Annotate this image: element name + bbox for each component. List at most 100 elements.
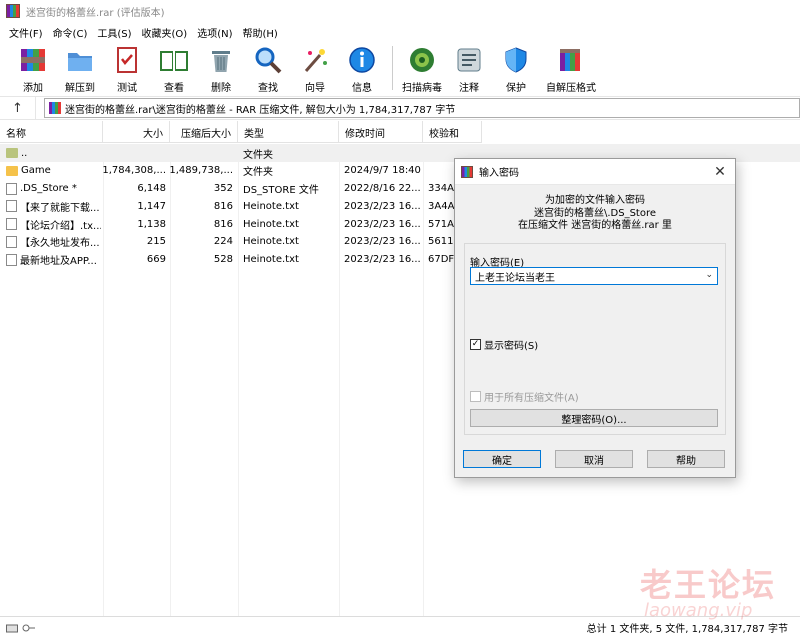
up-arrow-icon[interactable]: ↑ bbox=[0, 97, 36, 119]
menu-commands[interactable]: 命令(C) bbox=[48, 25, 93, 40]
view-book-icon bbox=[158, 44, 190, 76]
key-icon[interactable] bbox=[22, 623, 36, 633]
sfx-button[interactable]: 自解压格式 bbox=[540, 42, 602, 94]
folder-icon bbox=[6, 165, 18, 176]
wizard-icon bbox=[299, 44, 331, 76]
view-button[interactable]: 查看 bbox=[151, 42, 197, 94]
path-field[interactable]: 迷宫街的格蕾丝.rar\迷宫街的格蕾丝 - RAR 压缩文件, 解包大小为 1,… bbox=[44, 98, 800, 118]
winrar-app-icon bbox=[6, 4, 20, 18]
file-cell-modified: 2023/2/23 16... bbox=[344, 197, 422, 215]
wizard-label: 向导 bbox=[305, 83, 325, 94]
file-cell-modified: 2024/9/7 18:40 bbox=[344, 162, 422, 180]
comment-button[interactable]: 注释 bbox=[446, 42, 492, 94]
file-cell-type: Heinote.txt bbox=[243, 215, 338, 233]
add-button[interactable]: 添加 bbox=[10, 42, 56, 94]
ok-button[interactable]: 确定 bbox=[463, 450, 541, 468]
show-password-checkbox[interactable]: ✓ 显示密码(S) bbox=[470, 337, 538, 352]
file-cell-type: Heinote.txt bbox=[243, 251, 338, 269]
use-for-all-checkbox[interactable]: 用于所有压缩文件(A) bbox=[470, 389, 579, 404]
chevron-down-icon[interactable]: ⌄ bbox=[705, 270, 713, 280]
file-name-text: 【永久地址发布... bbox=[20, 238, 100, 250]
file-cell-modified: 2023/2/23 16... bbox=[344, 251, 422, 269]
password-input[interactable]: 上老王论坛当老王 ⌄ bbox=[470, 267, 718, 285]
file-cell-type: Heinote.txt bbox=[243, 197, 338, 215]
password-value: 上老王论坛当老王 bbox=[475, 272, 555, 284]
test-button[interactable]: 测试 bbox=[104, 42, 150, 94]
password-dialog: 输入密码 ✕ 为加密的文件输入密码 迷宫街的格蕾丝\.DS_Store 在压缩文… bbox=[454, 158, 736, 478]
file-modified-text: 2023/2/23 16... bbox=[344, 200, 421, 212]
shield-icon bbox=[500, 44, 532, 76]
extract-to-button[interactable]: 解压到 bbox=[57, 42, 103, 94]
cancel-button[interactable]: 取消 bbox=[555, 450, 633, 468]
file-icon bbox=[6, 200, 17, 213]
menu-file[interactable]: 文件(F) bbox=[4, 25, 48, 40]
winrar-app-icon bbox=[461, 165, 473, 178]
file-type-text: 文件夹 bbox=[243, 149, 273, 161]
file-cell-modified bbox=[344, 144, 422, 162]
watermark-url: laowang.vip bbox=[644, 600, 753, 621]
menu-options[interactable]: 选项(N) bbox=[192, 25, 237, 40]
file-cell-size: 6,148 bbox=[103, 180, 166, 198]
menu-tools[interactable]: 工具(S) bbox=[92, 25, 136, 40]
file-cell-name: .. bbox=[6, 144, 101, 162]
test-label: 测试 bbox=[117, 83, 137, 94]
wizard-button[interactable]: 向导 bbox=[292, 42, 338, 94]
file-modified-text: 2023/2/23 16... bbox=[344, 218, 421, 230]
column-header-crc[interactable]: 校验和 bbox=[423, 121, 482, 143]
file-cell-name: 【永久地址发布... bbox=[6, 233, 101, 251]
menu-favorites[interactable]: 收藏夹(O) bbox=[137, 25, 193, 40]
file-cell-packed: 352 bbox=[170, 180, 233, 198]
file-modified-text: 2023/2/23 16... bbox=[344, 254, 421, 266]
dialog-title: 输入密码 bbox=[479, 168, 519, 179]
file-cell-modified: 2023/2/23 16... bbox=[344, 233, 422, 251]
sfx-icon bbox=[555, 44, 587, 76]
virus-scan-button[interactable]: 扫描病毒 bbox=[399, 42, 445, 94]
file-type-text: Heinote.txt bbox=[243, 236, 299, 248]
checkbox-unchecked-icon[interactable] bbox=[470, 391, 481, 402]
close-icon[interactable]: ✕ bbox=[705, 159, 735, 185]
toolbar: 添加 解压到 测试 查看 删除 查找 向导 信息 扫描病毒 注释 保护 自解压格… bbox=[0, 42, 800, 96]
file-crc-text: 334A bbox=[428, 183, 454, 195]
find-button[interactable]: 查找 bbox=[245, 42, 291, 94]
delete-button[interactable]: 删除 bbox=[198, 42, 244, 94]
file-cell-name: 【论坛介绍】.tx... bbox=[6, 215, 101, 233]
file-size-text: 669 bbox=[146, 254, 166, 266]
dialog-message: 为加密的文件输入密码 迷宫街的格蕾丝\.DS_Store 在压缩文件 迷宫街的格… bbox=[455, 195, 735, 233]
add-archive-icon bbox=[17, 44, 49, 76]
help-button[interactable]: 帮助 bbox=[647, 450, 725, 468]
delete-label: 删除 bbox=[211, 83, 231, 94]
path-text: 迷宫街的格蕾丝.rar\迷宫街的格蕾丝 - RAR 压缩文件, 解包大小为 1,… bbox=[65, 104, 456, 116]
status-summary: 总计 1 文件夹, 5 文件, 1,784,317,787 字节 bbox=[586, 624, 788, 635]
menu-help[interactable]: 帮助(H) bbox=[238, 25, 283, 40]
info-button[interactable]: 信息 bbox=[339, 42, 385, 94]
parent-folder-icon bbox=[6, 148, 18, 158]
sfx-label: 自解压格式 bbox=[546, 83, 596, 94]
column-header-modified[interactable]: 修改时间 bbox=[339, 121, 423, 143]
file-cell-name: 最新地址及APP... bbox=[6, 251, 101, 269]
column-header-size[interactable]: 大小 bbox=[103, 121, 170, 143]
file-cell-packed: 816 bbox=[170, 215, 233, 233]
info-label: 信息 bbox=[352, 83, 372, 94]
extract-to-icon bbox=[64, 44, 96, 76]
column-header-name[interactable]: 名称 bbox=[0, 121, 103, 143]
file-cell-size: 215 bbox=[103, 233, 166, 251]
file-type-text: Heinote.txt bbox=[243, 254, 299, 266]
organize-passwords-button[interactable]: 整理密码(O)... bbox=[470, 409, 718, 427]
file-type-text: Heinote.txt bbox=[243, 218, 299, 230]
file-cell-type: DS_STORE 文件 bbox=[243, 180, 338, 198]
dialog-message-line: 在压缩文件 迷宫街的格蕾丝.rar 里 bbox=[518, 220, 672, 231]
column-headers: 名称 大小 压缩后大小 类型 修改时间 校验和 bbox=[0, 121, 482, 143]
magnifier-icon bbox=[252, 44, 284, 76]
checkbox-checked-icon[interactable]: ✓ bbox=[470, 339, 481, 350]
column-header-packed[interactable]: 压缩后大小 bbox=[170, 121, 238, 143]
file-cell-packed: 528 bbox=[170, 251, 233, 269]
column-header-type[interactable]: 类型 bbox=[238, 121, 339, 143]
drive-icon[interactable] bbox=[6, 623, 18, 633]
file-modified-text: 2022/8/16 22... bbox=[344, 183, 421, 195]
protect-button[interactable]: 保护 bbox=[493, 42, 539, 94]
file-cell-size: 1,784,308,... bbox=[103, 162, 166, 180]
menu-bar: 文件(F) 命令(C) 工具(S) 收藏夹(O) 选项(N) 帮助(H) bbox=[0, 22, 800, 42]
file-crc-text: 571A bbox=[428, 218, 454, 230]
file-size-text: 1,138 bbox=[137, 218, 166, 230]
file-size-text: 1,784,308,... bbox=[103, 165, 166, 177]
